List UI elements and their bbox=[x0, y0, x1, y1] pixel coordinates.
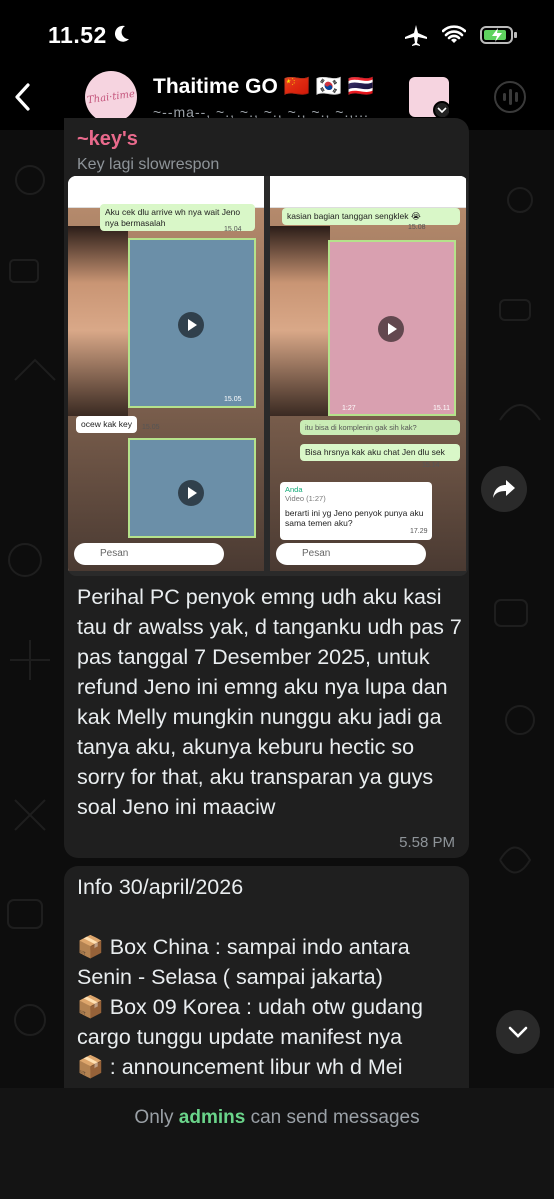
clock: 11.52 bbox=[48, 22, 107, 48]
airplane-icon bbox=[405, 25, 427, 46]
admins-link[interactable]: admins bbox=[179, 1107, 246, 1128]
community-thumbnail[interactable] bbox=[409, 77, 449, 117]
image-album[interactable]: Aku cek dlu arrive wh nya wait Jeno nya … bbox=[68, 176, 468, 576]
info-line: 📦 Box China : sampai indo antara Senin -… bbox=[77, 935, 410, 989]
admin-only-footer: Only admins can send messages bbox=[0, 1088, 554, 1199]
status-bar: 11.52 bbox=[0, 0, 554, 70]
play-icon bbox=[378, 316, 404, 342]
chat-time: 15.05 bbox=[224, 396, 242, 403]
do-not-disturb-icon bbox=[114, 25, 129, 42]
screenshot-right[interactable]: kasian bagian tanggan sengklek 😭 15.08 1… bbox=[270, 176, 466, 571]
video-duration: 1:27 bbox=[342, 405, 356, 412]
admin-only-notice: Only admins can send messages bbox=[134, 1107, 420, 1128]
info-line: 📦 : announcement libur wh d Mei bbox=[77, 1055, 403, 1079]
chat-text: ocew kak key bbox=[76, 416, 138, 433]
play-icon bbox=[178, 480, 204, 506]
quoted-text: itu bisa di komplenin gak sih kak? bbox=[300, 420, 460, 436]
sender-note: Key lagi slowrespon bbox=[77, 156, 220, 173]
group-name[interactable]: Thaitime GO 🇨🇳 🇰🇷 🇹🇭 bbox=[153, 75, 374, 99]
sender-name[interactable]: ~key's bbox=[77, 128, 138, 151]
input-placeholder: Pesan bbox=[276, 543, 426, 565]
message-bubble[interactable]: ~key's Key lagi slowrespon Aku cek dlu a… bbox=[64, 118, 469, 858]
video-thumbnail bbox=[128, 438, 256, 538]
scroll-to-bottom-button[interactable] bbox=[496, 1010, 540, 1054]
chevron-down-icon bbox=[508, 1026, 528, 1038]
message-text: Info 30/april/2026 📦 Box China : sampai … bbox=[77, 872, 462, 1082]
message-time: 5.58 PM bbox=[399, 834, 455, 851]
reply-name: Anda bbox=[285, 485, 303, 494]
input-placeholder: Pesan bbox=[74, 543, 224, 565]
chat-screen: 11.52 Thai·time Thaitime GO 🇨🇳 🇰🇷 🇹🇭 ~--… bbox=[0, 0, 554, 1199]
voice-chat-icon[interactable] bbox=[494, 81, 526, 113]
chat-text: kasian bagian tanggan sengklek 😭 bbox=[282, 208, 460, 225]
chat-text: berarti ini yg Jeno penyok punya aku sam… bbox=[285, 507, 424, 529]
message-bubble[interactable]: Info 30/april/2026 📦 Box China : sampai … bbox=[64, 866, 469, 1106]
video-thumbnail: 1:27 15.11 bbox=[328, 240, 456, 416]
chat-time: 15.04 bbox=[224, 226, 242, 233]
screenshot-left[interactable]: Aku cek dlu arrive wh nya wait Jeno nya … bbox=[68, 176, 264, 571]
group-avatar[interactable]: Thai·time bbox=[85, 71, 137, 123]
back-arrow-icon[interactable] bbox=[12, 82, 34, 112]
chat-time: 15.11 bbox=[433, 405, 450, 412]
wifi-icon bbox=[442, 25, 466, 43]
info-title: Info 30/april/2026 bbox=[77, 875, 244, 899]
video-thumbnail bbox=[128, 238, 256, 408]
chat-text: Bisa hrsnya kak aku chat Jen dlu sek bbox=[300, 444, 460, 461]
chat-time: 15.08 bbox=[408, 224, 426, 231]
chat-time: 15.14 bbox=[422, 462, 440, 469]
share-arrow-icon bbox=[493, 480, 515, 498]
play-icon bbox=[178, 312, 204, 338]
forward-button[interactable] bbox=[481, 466, 527, 512]
chat-time: 17.29 bbox=[410, 528, 428, 535]
chat-time: 15.05 bbox=[142, 424, 160, 431]
battery-charging-icon bbox=[480, 26, 517, 44]
reply-meta: Video (1:27) bbox=[285, 494, 326, 504]
info-line: 📦 Box 09 Korea : udah otw gudang cargo t… bbox=[77, 995, 423, 1049]
message-text: Perihal PC penyok emng udh aku kasi tau … bbox=[77, 585, 462, 819]
chevron-down-icon bbox=[433, 101, 449, 117]
